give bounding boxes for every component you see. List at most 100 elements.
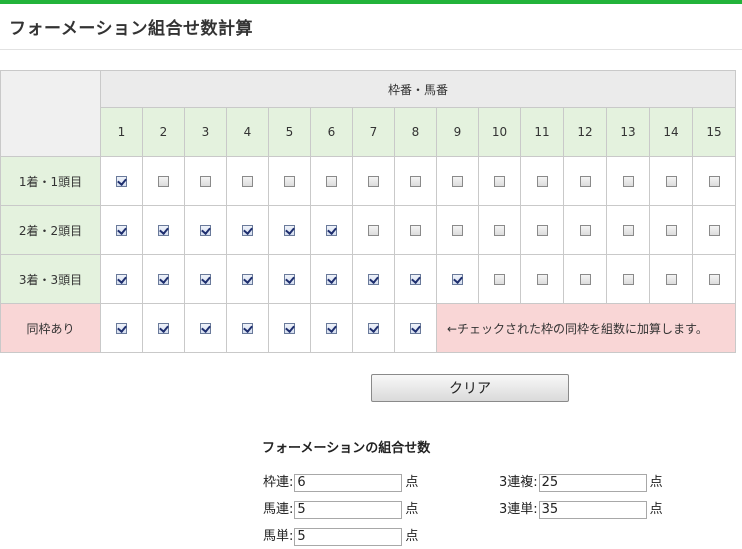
checkbox-unchecked[interactable] [452,176,463,187]
checkbox-cell [563,254,607,304]
checkbox-cell [394,303,437,353]
top-accent-bar [0,0,742,4]
wakuren-unit: 点 [405,475,419,490]
checkbox-unchecked[interactable] [494,225,505,236]
sanrenpuku-label: 3連複: [499,475,538,490]
umatan-field[interactable] [294,527,403,546]
checkbox-cell [394,156,437,206]
checkbox-cell [692,254,736,304]
selection-table: 枠番・馬番 1 2 3 4 5 6 7 8 9 10 11 12 13 14 15 1着・1頭目 2着・2頭目… [0,70,736,353]
checkbox-cell [394,254,437,304]
checkbox-cell [268,254,311,304]
checkbox-unchecked[interactable] [368,176,379,187]
checkbox-unchecked[interactable] [665,225,677,236]
checkbox-unchecked[interactable] [410,176,421,187]
checkbox-cell [563,205,607,255]
checkbox-checked[interactable] [158,274,169,285]
checkbox-checked[interactable] [158,323,169,334]
checkbox-checked[interactable] [158,225,169,236]
checkbox-unchecked[interactable] [579,176,591,187]
checkbox-cell [352,303,395,353]
same-frame-note: ←チェックされた枠の同枠を組数に加算します。 [436,303,736,353]
checkbox-cell [520,205,564,255]
checkbox-checked[interactable] [200,225,211,236]
checkbox-unchecked[interactable] [536,274,548,285]
checkbox-checked[interactable] [116,176,127,187]
checkbox-checked[interactable] [326,323,337,334]
checkbox-unchecked[interactable] [158,176,169,187]
sanrentan-row: 3連単: 点 [499,500,663,520]
checkbox-unchecked[interactable] [622,176,634,187]
checkbox-unchecked[interactable] [494,176,505,187]
table-corner [0,70,101,157]
checkbox-checked[interactable] [116,225,127,236]
checkbox-unchecked[interactable] [452,225,463,236]
checkbox-unchecked[interactable] [368,225,379,236]
checkbox-cell [268,156,311,206]
checkbox-unchecked[interactable] [708,274,720,285]
checkbox-cell [520,156,564,206]
checkbox-checked[interactable] [284,225,295,236]
checkbox-checked[interactable] [242,323,253,334]
checkbox-cell [310,156,353,206]
checkbox-checked[interactable] [326,274,337,285]
column-header: 9 [436,107,479,157]
checkbox-checked[interactable] [284,323,295,334]
sanrenpuku-field[interactable] [538,473,647,492]
checkbox-cell [100,156,143,206]
clear-button[interactable]: クリア [371,374,569,402]
checkbox-unchecked[interactable] [665,274,677,285]
column-header: 11 [520,107,564,157]
checkbox-checked[interactable] [326,225,337,236]
checkbox-checked[interactable] [368,274,379,285]
checkbox-checked[interactable] [410,323,421,334]
checkbox-cell [649,156,693,206]
sanrentan-field[interactable] [538,500,647,519]
umaren-field[interactable] [294,500,403,519]
checkbox-unchecked[interactable] [708,225,720,236]
umatan-row: 馬単: 点 [263,527,418,547]
checkbox-unchecked[interactable] [284,176,295,187]
checkbox-checked[interactable] [452,274,463,285]
checkbox-unchecked[interactable] [579,274,591,285]
checkbox-cell [436,205,479,255]
checkbox-unchecked[interactable] [665,176,677,187]
checkbox-cell [226,156,269,206]
checkbox-unchecked[interactable] [494,274,505,285]
checkbox-unchecked[interactable] [708,176,720,187]
checkbox-unchecked[interactable] [200,176,211,187]
checkbox-checked[interactable] [116,274,127,285]
checkbox-checked[interactable] [116,323,127,334]
checkbox-unchecked[interactable] [622,225,634,236]
checkbox-cell [436,156,479,206]
checkbox-unchecked[interactable] [536,176,548,187]
checkbox-cell [184,254,227,304]
checkbox-cell [563,156,607,206]
checkbox-unchecked[interactable] [579,225,591,236]
checkbox-checked[interactable] [200,274,211,285]
checkbox-unchecked[interactable] [536,225,548,236]
checkbox-checked[interactable] [284,274,295,285]
umaren-unit: 点 [405,502,419,517]
wakuren-field[interactable] [294,473,403,492]
checkbox-unchecked[interactable] [242,176,253,187]
checkbox-cell [226,254,269,304]
checkbox-checked[interactable] [368,323,379,334]
checkbox-unchecked[interactable] [326,176,337,187]
column-header: 7 [352,107,395,157]
umaren-row: 馬連: 点 [263,500,418,520]
checkbox-checked[interactable] [200,323,211,334]
checkbox-cell [478,156,521,206]
checkbox-cell [436,254,479,304]
column-header: 12 [563,107,607,157]
checkbox-checked[interactable] [410,274,421,285]
row-label: 3着・3頭目 [0,254,101,304]
column-header: 10 [478,107,521,157]
checkbox-cell [310,254,353,304]
checkbox-unchecked[interactable] [410,225,421,236]
checkbox-unchecked[interactable] [622,274,634,285]
checkbox-cell [649,205,693,255]
column-header: 2 [142,107,185,157]
checkbox-checked[interactable] [242,274,253,285]
checkbox-checked[interactable] [242,225,253,236]
